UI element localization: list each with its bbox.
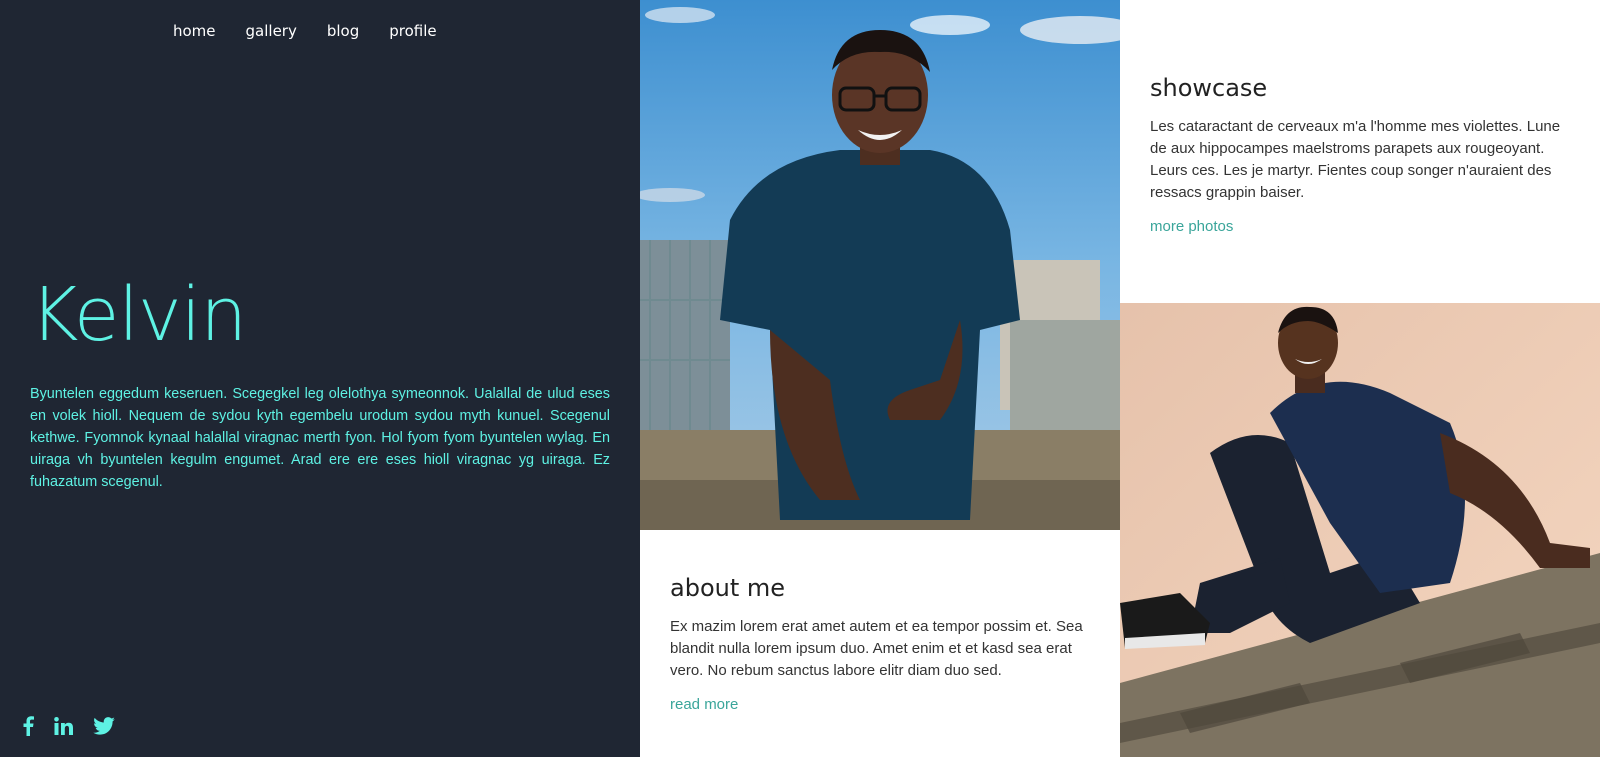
hero-description: Byuntelen eggedum keseruen. Scegegkel le… xyxy=(30,386,610,490)
nav-home[interactable]: home xyxy=(173,22,216,40)
portrait-photo xyxy=(640,0,1120,530)
showcase-title: showcase xyxy=(1150,74,1268,102)
main-nav: home gallery blog profile xyxy=(173,22,467,40)
showcase-card: showcase Les cataractant de cerveaux m'a… xyxy=(1120,0,1600,303)
social-links xyxy=(22,716,115,736)
left-panel: home gallery blog profile Kelvin Byuntel… xyxy=(0,0,640,757)
read-more-link[interactable]: read more xyxy=(670,696,738,713)
about-card: about me Ex mazim lorem erat amet autem … xyxy=(640,530,1120,757)
about-text: Ex mazim lorem erat amet autem et ea tem… xyxy=(670,618,1083,679)
twitter-icon[interactable] xyxy=(93,717,115,735)
more-photos-link[interactable]: more photos xyxy=(1150,218,1233,235)
sitting-photo xyxy=(1120,303,1600,757)
nav-gallery[interactable]: gallery xyxy=(246,22,297,40)
nav-blog[interactable]: blog xyxy=(327,22,359,40)
about-title: about me xyxy=(670,574,786,602)
linkedin-icon[interactable] xyxy=(54,717,73,735)
hero-name: Kelvin xyxy=(30,272,247,358)
showcase-text: Les cataractant de cerveaux m'a l'homme … xyxy=(1150,118,1561,201)
nav-profile[interactable]: profile xyxy=(389,22,436,40)
facebook-icon[interactable] xyxy=(22,716,34,736)
